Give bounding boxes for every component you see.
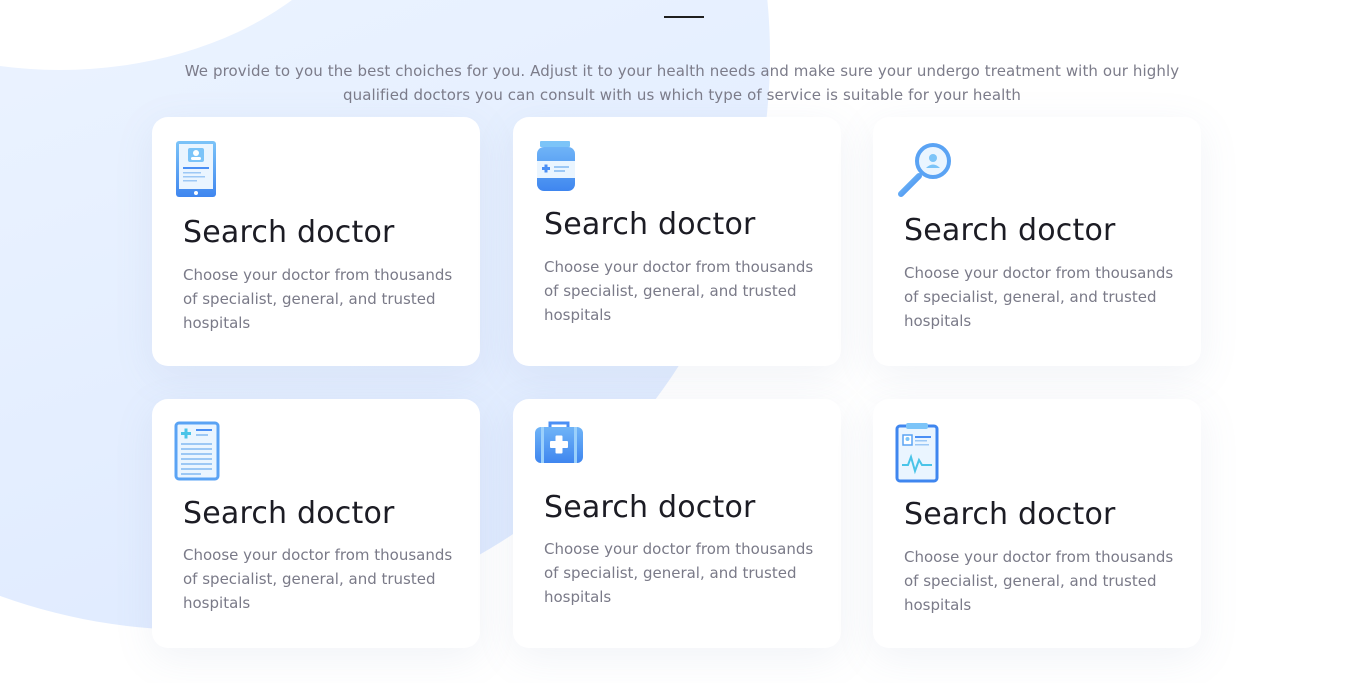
section-intro-text: We provide to you the best choiches for … (184, 62, 1180, 104)
service-card[interactable]: Search doctor Choose your doctor from th… (152, 117, 480, 366)
service-card[interactable]: Search doctor Choose your doctor from th… (513, 399, 841, 648)
card-title: Search doctor (904, 497, 1116, 532)
card-description: Choose your doctor from thousands of spe… (183, 266, 453, 332)
magnifier-user-icon (895, 141, 955, 201)
card-description: Choose your doctor from thousands of spe… (544, 258, 814, 324)
service-card[interactable]: Search doctor Choose your doctor from th… (513, 117, 841, 366)
services-section: We provide to you the best choiches for … (0, 0, 1361, 683)
first-aid-kit-icon (535, 421, 595, 481)
card-description: Choose your doctor from thousands of spe… (544, 540, 814, 606)
card-title: Search doctor (544, 490, 756, 525)
tablet-profile-icon (174, 139, 234, 199)
card-description: Choose your doctor from thousands of spe… (183, 546, 453, 612)
card-description: Choose your doctor from thousands of spe… (904, 548, 1174, 614)
service-card[interactable]: Search doctor Choose your doctor from th… (873, 399, 1201, 648)
section-divider (664, 16, 704, 18)
service-card[interactable]: Search doctor Choose your doctor from th… (873, 117, 1201, 366)
clipboard-report-icon (895, 423, 955, 483)
card-title: Search doctor (183, 215, 395, 250)
medicine-bottle-icon (535, 139, 595, 199)
card-title: Search doctor (544, 207, 756, 242)
service-card[interactable]: Search doctor Choose your doctor from th… (152, 399, 480, 648)
card-description: Choose your doctor from thousands of spe… (904, 264, 1174, 330)
card-title: Search doctor (904, 213, 1116, 248)
card-title: Search doctor (183, 496, 395, 531)
medical-document-icon (174, 421, 234, 481)
